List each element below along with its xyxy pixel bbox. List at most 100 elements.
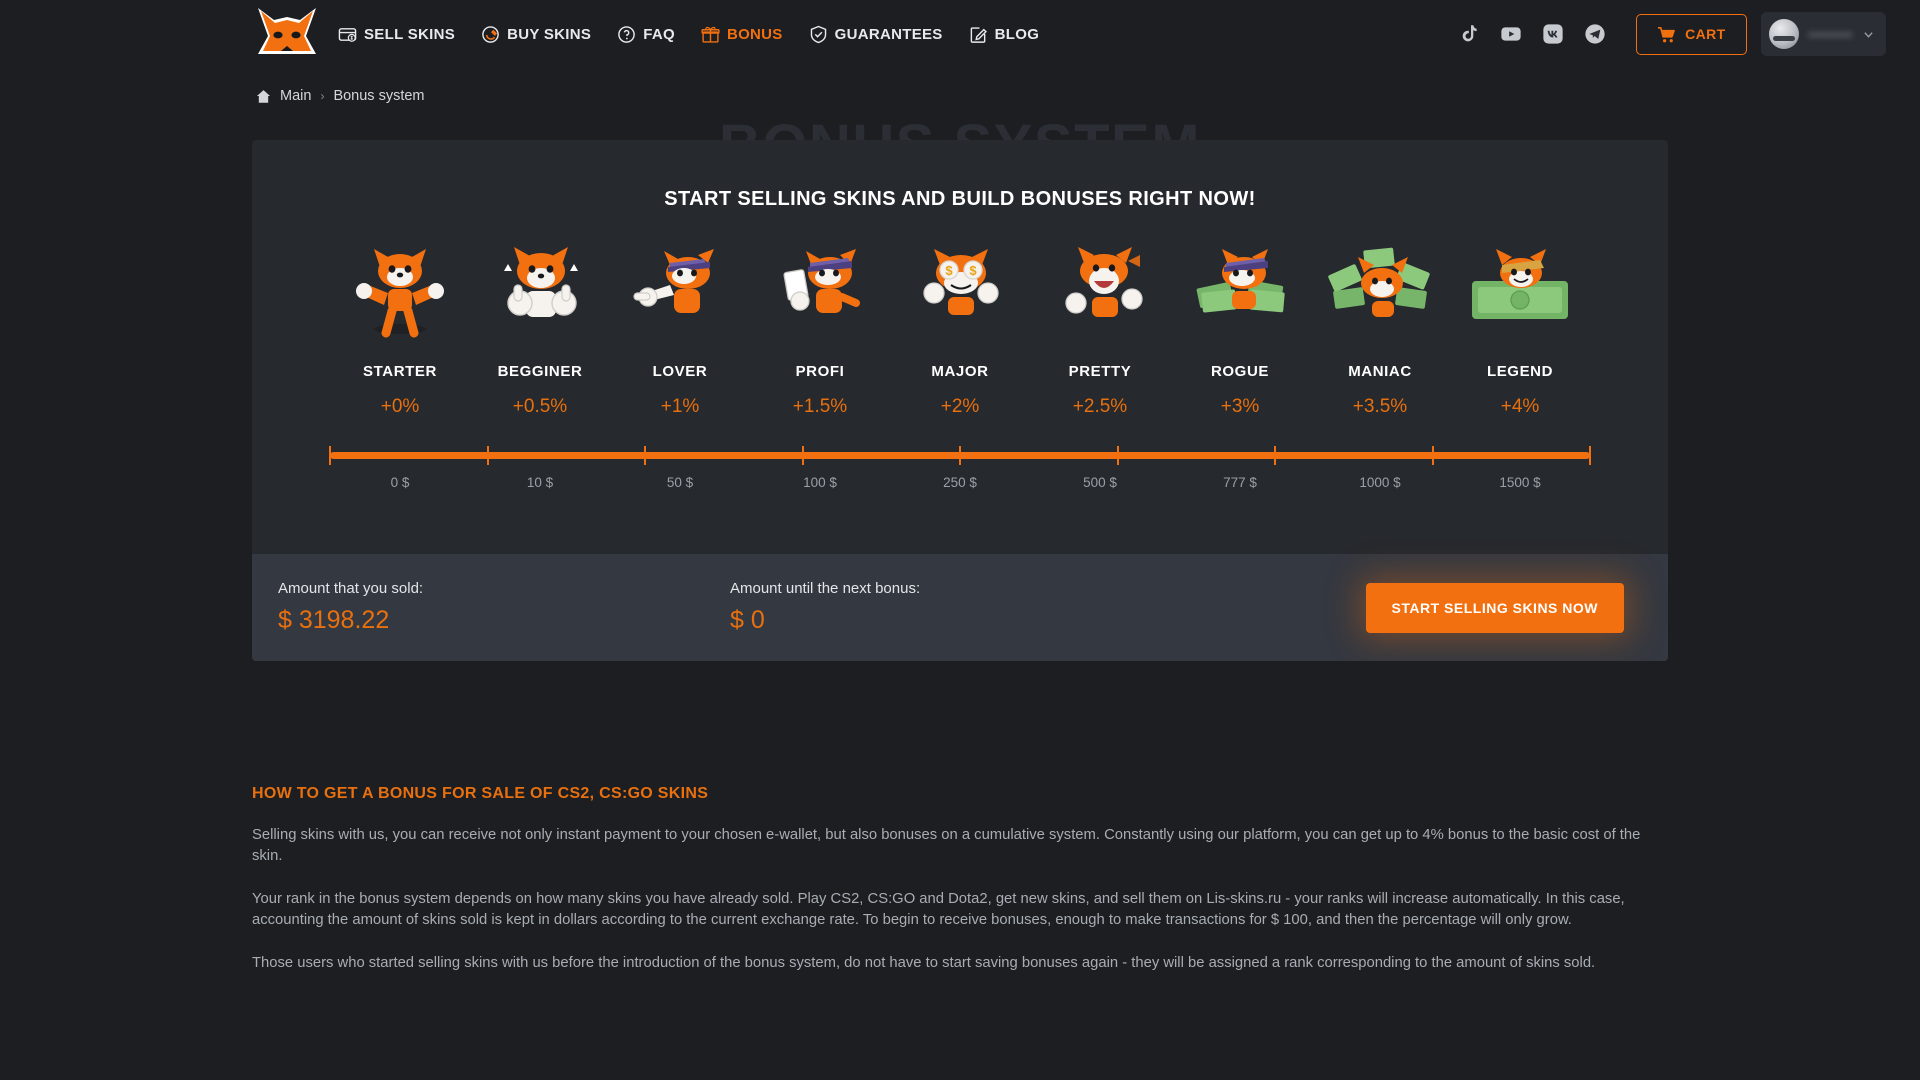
rank-item[interactable]: PRETTY +2.5%: [1030, 241, 1170, 418]
telegram-icon[interactable]: [1584, 23, 1606, 45]
breadcrumb-separator: ›: [320, 89, 325, 103]
scale-label: 1500 $: [1499, 475, 1541, 490]
progress-tick: [644, 446, 646, 465]
tiktok-icon[interactable]: [1458, 23, 1480, 45]
chevron-down-icon: [1864, 31, 1873, 38]
profile-name: ••••••••: [1808, 26, 1853, 42]
rank-name: MANIAC: [1348, 363, 1412, 380]
fox-flexing-art: [356, 249, 444, 338]
rank-percent: +1.5%: [792, 396, 848, 417]
rank-name: ROGUE: [1210, 363, 1269, 380]
start-selling-button[interactable]: START SELLING SKINS NOW: [1365, 582, 1624, 633]
rank-item[interactable]: BEGGINER +0.5%: [470, 241, 610, 418]
rank-item[interactable]: ROGUE +3%: [1170, 241, 1310, 418]
nav-item-bonus[interactable]: BONUS: [701, 25, 783, 44]
rank-percent: +2.5%: [1072, 396, 1128, 417]
rank-percent: +3%: [1220, 396, 1260, 417]
faq-icon: [618, 25, 635, 43]
progress-tick: [486, 446, 489, 465]
header-actions: CART ••••••••: [1458, 12, 1886, 56]
vk-icon[interactable]: [1542, 23, 1564, 45]
progress-tick: [959, 446, 961, 465]
progress-track[interactable]: [329, 446, 1591, 465]
profile-menu[interactable]: ••••••••: [1760, 12, 1886, 56]
nav-item-buy-skins[interactable]: BUY SKINS: [481, 25, 591, 44]
fox-pointing-art: [633, 249, 714, 313]
social-links: [1458, 23, 1606, 45]
rank-item[interactable]: STARTER +0%: [330, 241, 470, 418]
rank-name: PROFI: [795, 363, 845, 380]
article-section: HOW TO GET A BONUS FOR SALE OF CS2, CS:G…: [252, 661, 1668, 974]
progress-tick: [1274, 446, 1276, 465]
rank-item[interactable]: LOVER +1%: [610, 241, 750, 418]
rank-percent: +2%: [940, 396, 980, 417]
breadcrumb-item-main[interactable]: Main: [280, 88, 311, 104]
fox-logo[interactable]: [256, 6, 318, 56]
rank-percent: +3.5%: [1352, 396, 1408, 417]
rank-percent: +1%: [660, 396, 700, 417]
breadcrumb-item-current: Bonus system: [333, 88, 425, 104]
fox-money-bed-art: [1472, 249, 1568, 319]
nav-item-faq[interactable]: FAQ: [617, 25, 675, 44]
nav-label: FAQ: [643, 25, 675, 43]
rank-name: LOVER: [652, 363, 708, 380]
scale-label: 1000 $: [1359, 475, 1401, 490]
progress-tick: [1116, 446, 1119, 465]
stats-bar: Amount that you sold: $ 3198.22 Amount u…: [252, 554, 1668, 661]
blog-pencil-icon: [970, 26, 987, 43]
fox-cash-stack-art: [1196, 249, 1285, 313]
rank-name: MAJOR: [931, 363, 989, 380]
bonus-gift-icon: [701, 26, 720, 43]
fox-cash-fan-art: [1328, 247, 1430, 317]
main-nav: SELL SKINS BUY SKINS FAQ BONUS GUARANTEE…: [338, 25, 1039, 44]
rank-list: STARTER +0% BEGGINER +0.5% LOVER +1% PRO…: [252, 211, 1668, 418]
article-heading: HOW TO GET A BONUS FOR SALE OF CS2, CS:G…: [252, 785, 709, 802]
progress-area: 0 $ 10 $ 50 $ 100 $ 250 $ 500 $ 777 $ 10…: [252, 418, 1668, 554]
nav-label: BONUS: [726, 25, 783, 43]
card-title: START SELLING SKINS AND BUILD BONUSES RI…: [664, 188, 1256, 210]
nav-item-blog[interactable]: BLOG: [969, 25, 1040, 44]
article-paragraph: Those users who started selling skins wi…: [252, 955, 1596, 971]
site-header: SELL SKINS BUY SKINS FAQ BONUS GUARANTEE…: [0, 0, 1920, 68]
avatar: [1768, 19, 1799, 49]
cart-button[interactable]: CART: [1636, 13, 1747, 55]
nav-label: BLOG: [994, 25, 1040, 43]
stat-amount-next-bonus: Amount until the next bonus: $ 0: [730, 580, 1366, 635]
fox-laughing-art: [1065, 247, 1143, 317]
rank-item[interactable]: LEGEND +4%: [1450, 241, 1590, 418]
scale-label: 500 $: [1083, 475, 1117, 490]
buy-skins-icon: [482, 25, 499, 43]
nav-label: SELL SKINS: [364, 25, 456, 43]
rank-name: STARTER: [363, 363, 437, 380]
nav-label: GUARANTEES: [834, 25, 943, 43]
nav-label: BUY SKINS: [507, 25, 592, 43]
rank-percent: +4%: [1500, 396, 1540, 417]
stat-value: $ 3198.22: [278, 606, 390, 634]
progress-scale: 0 $ 10 $ 50 $ 100 $ 250 $ 500 $ 777 $ 10…: [330, 475, 1590, 490]
scale-label: 777 $: [1223, 475, 1257, 490]
svg-text:$: $: [945, 263, 953, 278]
rank-percent: +0.5%: [512, 396, 568, 417]
fox-card-art: [783, 249, 860, 313]
rank-item[interactable]: $ $ MAJOR +2%: [890, 241, 1030, 418]
scale-label: 100 $: [803, 475, 837, 490]
nav-item-guarantees[interactable]: GUARANTEES: [809, 25, 943, 44]
shield-icon: [810, 25, 826, 43]
rank-name: BEGGINER: [497, 363, 583, 380]
progress-tick: [329, 446, 331, 465]
youtube-icon[interactable]: [1500, 23, 1522, 45]
rank-item[interactable]: MANIAC +3.5%: [1310, 241, 1450, 418]
progress-tick: [1589, 446, 1591, 465]
progress-tick: [801, 446, 804, 465]
fox-thumbs-up-art: [504, 247, 578, 317]
home-icon[interactable]: [256, 89, 271, 104]
fox-money-eyes-art: $ $: [923, 249, 999, 315]
bonus-panel: START SELLING SKINS AND BUILD BONUSES RI…: [252, 140, 1668, 661]
scale-label: 10 $: [526, 475, 554, 490]
rank-name: LEGEND: [1486, 363, 1554, 380]
article-paragraph: Your rank in the bonus system depends on…: [252, 891, 1625, 928]
scale-label: 0 $: [390, 475, 410, 490]
rank-name: PRETTY: [1068, 363, 1132, 380]
rank-item[interactable]: PROFI +1.5%: [750, 241, 890, 418]
nav-item-sell-skins[interactable]: SELL SKINS: [338, 25, 455, 44]
